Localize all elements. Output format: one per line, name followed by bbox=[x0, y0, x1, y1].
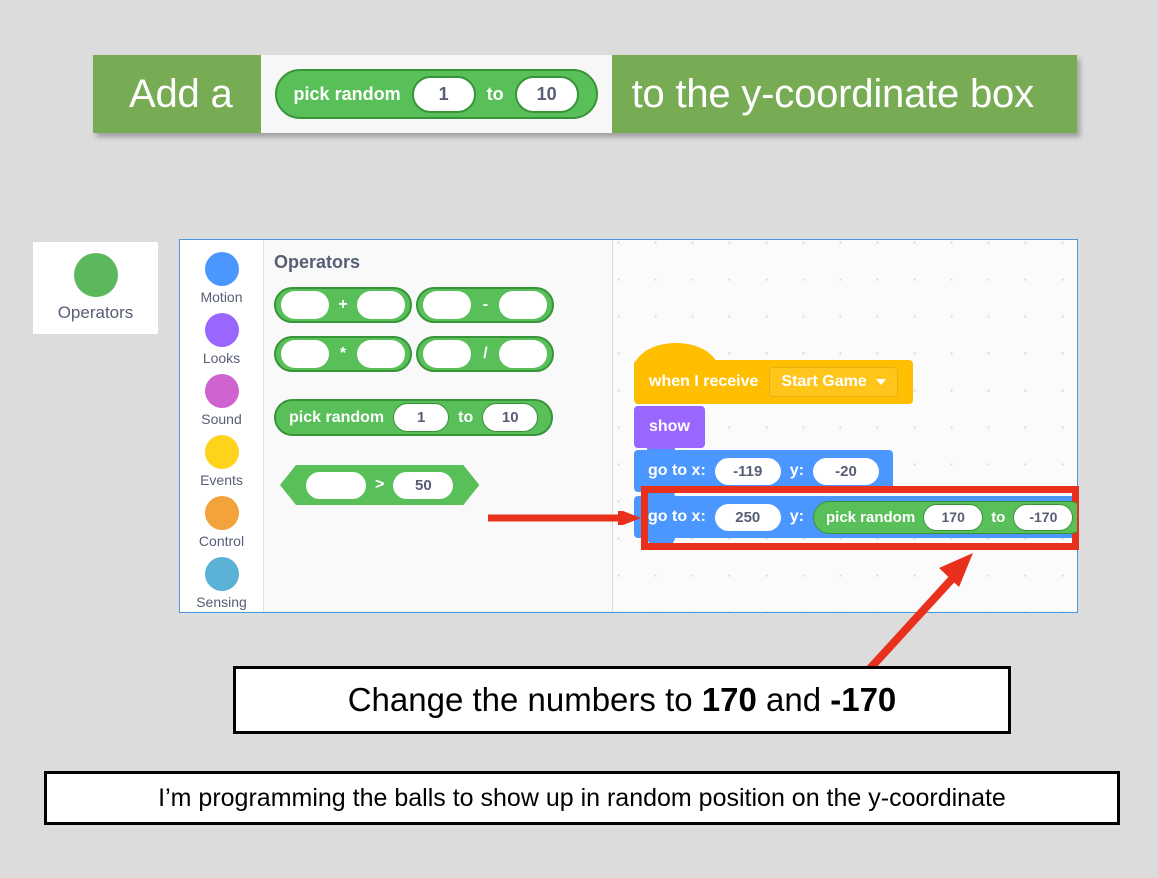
show-block[interactable]: show bbox=[634, 406, 705, 456]
pick-random-from-value[interactable]: 1 bbox=[393, 403, 450, 432]
when-i-receive-label: when I receive bbox=[649, 373, 759, 390]
looks-circle-icon bbox=[204, 313, 239, 347]
instruction-banner: Add a pick random 1 to 10 to the y-coord… bbox=[93, 55, 1077, 133]
events-circle-icon bbox=[204, 435, 239, 469]
operator-multiply-block[interactable]: * bbox=[274, 336, 412, 372]
operator-symbol-subtract: - bbox=[482, 296, 489, 313]
sensing-circle-icon bbox=[204, 557, 239, 591]
gt-operand-right[interactable]: 50 bbox=[393, 472, 453, 499]
block-palette[interactable]: Operators + - * / pick random 1 to 10 > … bbox=[264, 240, 613, 612]
pick-random-to-label: to bbox=[991, 508, 1006, 526]
sidebar-label-control: Control bbox=[198, 533, 245, 549]
operand-right[interactable] bbox=[499, 291, 548, 319]
go-to-xy-block-1[interactable]: go to x: -119 y: -20 bbox=[634, 449, 893, 500]
operator-symbol-add: + bbox=[338, 296, 348, 313]
sidebar-label-events: Events bbox=[200, 472, 243, 488]
sidebar-label-looks: Looks bbox=[202, 350, 241, 366]
pick-random-label: pick random bbox=[289, 408, 385, 426]
pick-random-from-value: 1 bbox=[411, 75, 476, 113]
message-dropdown[interactable]: Start Game bbox=[769, 367, 898, 397]
go-to-y-label: y: bbox=[789, 462, 804, 479]
motion-circle-icon bbox=[204, 252, 239, 286]
sidebar-item-sensing[interactable]: Sensing bbox=[180, 557, 263, 610]
sidebar-item-looks[interactable]: Looks bbox=[180, 313, 263, 366]
operand-right[interactable] bbox=[357, 291, 405, 319]
change-numbers-text: Change the numbers to 170 and -170 bbox=[348, 681, 897, 719]
operator-symbol-divide: / bbox=[483, 345, 488, 362]
sidebar-label-sensing: Sensing bbox=[196, 594, 247, 610]
change-middle: and bbox=[756, 681, 831, 718]
pick-random-label: pick random bbox=[293, 83, 401, 104]
pick-random-block-banner: pick random 1 to 10 bbox=[274, 69, 598, 119]
go-to-x-label: go to x: bbox=[648, 462, 706, 479]
banner-block-container: pick random 1 to 10 bbox=[260, 55, 612, 133]
gt-operand-left[interactable] bbox=[306, 472, 366, 499]
caption-text: I’m programming the balls to show up in … bbox=[158, 783, 1006, 812]
operator-symbol-multiply: * bbox=[339, 345, 347, 362]
go-to-x-label: go to x: bbox=[648, 508, 706, 525]
palette-title: Operators bbox=[274, 252, 361, 272]
script-workspace[interactable]: when I receive Start Game show go to x: … bbox=[613, 240, 1077, 612]
greater-than-block[interactable]: > 50 bbox=[280, 465, 479, 505]
pick-random-to-value[interactable]: 10 bbox=[482, 403, 539, 432]
go-to-x-value[interactable]: -119 bbox=[714, 457, 781, 485]
sidebar-item-events[interactable]: Events bbox=[180, 435, 263, 488]
operand-right[interactable] bbox=[499, 340, 548, 368]
pick-random-label: pick random bbox=[826, 508, 916, 526]
sidebar-item-sound[interactable]: Sound bbox=[180, 374, 263, 427]
operator-divide-block[interactable]: / bbox=[416, 336, 555, 372]
control-circle-icon bbox=[204, 496, 239, 530]
go-to-y-label: y: bbox=[789, 508, 804, 525]
sidebar-label-sound: Sound bbox=[201, 411, 242, 427]
go-to-xy-block-2[interactable]: go to x: 250 y: pick random 170 to -170 bbox=[634, 495, 1077, 546]
chevron-down-icon bbox=[875, 379, 886, 385]
go-to-x-value[interactable]: 250 bbox=[714, 503, 781, 531]
operators-card-label: Operators bbox=[57, 303, 134, 322]
pick-random-to-value[interactable]: -170 bbox=[1013, 503, 1074, 531]
operand-left[interactable] bbox=[281, 291, 329, 319]
go-to-y-value[interactable]: -20 bbox=[813, 457, 879, 485]
message-dropdown-value: Start Game bbox=[781, 373, 867, 390]
operators-circle-icon bbox=[73, 253, 118, 297]
sidebar-item-control[interactable]: Control bbox=[180, 496, 263, 549]
change-value-1: 170 bbox=[701, 681, 757, 718]
sidebar-item-motion[interactable]: Motion bbox=[180, 252, 263, 305]
pick-random-from-value[interactable]: 170 bbox=[923, 503, 984, 531]
pick-random-block-embedded[interactable]: pick random 170 to -170 bbox=[813, 500, 1077, 534]
pick-random-to-label: to bbox=[486, 83, 504, 104]
banner-text-after: to the y-coordinate box bbox=[631, 71, 1035, 116]
operators-category-card: Operators bbox=[33, 242, 158, 334]
when-i-receive-block[interactable]: when I receive Start Game bbox=[634, 343, 913, 404]
caption-note: I’m programming the balls to show up in … bbox=[44, 771, 1120, 825]
pick-random-to-value: 10 bbox=[514, 75, 579, 113]
sound-circle-icon bbox=[204, 374, 239, 408]
category-sidebar[interactable]: Motion Looks Sound Events Control Sensin… bbox=[180, 240, 264, 612]
show-label: show bbox=[649, 418, 690, 435]
operator-subtract-block[interactable]: - bbox=[416, 287, 555, 323]
scratch-editor-panel: Motion Looks Sound Events Control Sensin… bbox=[179, 239, 1078, 613]
change-value-2: -170 bbox=[830, 681, 897, 718]
sidebar-label-motion: Motion bbox=[200, 289, 243, 305]
operand-left[interactable] bbox=[423, 340, 472, 368]
pick-random-block-palette[interactable]: pick random 1 to 10 bbox=[274, 399, 554, 436]
operand-left[interactable] bbox=[281, 340, 329, 368]
gt-symbol: > bbox=[375, 476, 385, 493]
change-prefix: Change the numbers to bbox=[347, 681, 702, 718]
pick-random-to-label: to bbox=[458, 408, 474, 426]
operand-left[interactable] bbox=[423, 291, 472, 319]
operand-right[interactable] bbox=[357, 340, 405, 368]
banner-text-before: Add a bbox=[129, 71, 233, 116]
operator-add-block[interactable]: + bbox=[274, 287, 412, 323]
change-numbers-note: Change the numbers to 170 and -170 bbox=[233, 666, 1011, 734]
